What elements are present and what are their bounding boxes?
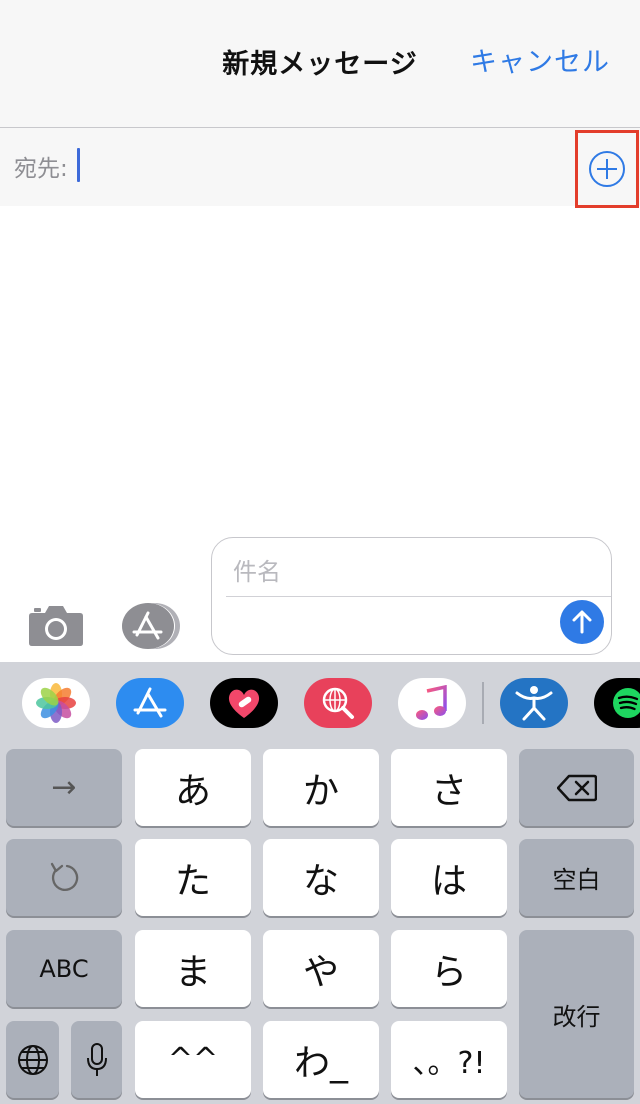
punctuation-key[interactable]: 、。?! [391,1021,507,1098]
plus-circle-icon [589,151,625,187]
imessage-app-strip [0,662,640,744]
app-store-icon [122,603,180,649]
music-note-icon [416,685,447,720]
key-wa[interactable]: わ_ [263,1021,379,1098]
subject-field[interactable]: 件名 [233,552,281,587]
camera-icon [29,606,83,646]
key-label: わ_ [293,1042,348,1084]
key-label: か [302,770,339,812]
abc-key-label: ABC [39,954,89,983]
emoticon-key[interactable]: ^^ [135,1021,251,1098]
dictation-key[interactable] [71,1021,122,1098]
app-store-button[interactable] [120,602,182,650]
key-label: は [430,860,467,902]
undo-icon [50,862,79,891]
key-label: な [302,860,339,902]
images-search-app-icon[interactable] [304,678,372,728]
digital-touch-app-icon[interactable] [210,678,278,728]
photos-icon [36,683,76,723]
key-a[interactable]: あ [135,749,251,826]
text-caret [77,148,80,182]
key-ra[interactable]: ら [391,930,507,1007]
key-na[interactable]: な [263,839,379,916]
key-ta[interactable]: た [135,839,251,916]
abc-key[interactable]: ABC [6,930,122,1007]
space-key-label: 空白 [552,866,601,894]
key-label: や [302,951,339,993]
recipient-row[interactable]: 宛先: [0,128,640,206]
cancel-button[interactable]: キャンセル [470,40,610,79]
camera-button[interactable] [28,603,84,647]
key-ma[interactable]: ま [135,930,251,1007]
return-key-label: 改行 [552,1002,601,1031]
key-ya[interactable]: や [263,930,379,1007]
recipient-label: 宛先: [14,156,68,182]
arrow-up-icon [572,610,592,634]
heart-icon [228,689,260,718]
globe-search-icon [322,687,354,719]
spotify-app-icon[interactable] [594,678,640,728]
compose-divider [226,596,611,597]
navigation-bar: 新規メッセージ キャンセル [0,0,640,128]
globe-key[interactable] [6,1021,59,1098]
arrow-right-key[interactable]: → [6,749,122,826]
key-label: さ [430,770,467,812]
return-key[interactable]: 改行 [519,930,634,1098]
microphone-icon [86,1042,107,1076]
message-area [0,207,640,532]
key-label: た [174,860,211,902]
backspace-key[interactable] [519,749,634,826]
keyboard: → あ か さ た な は 空白 ABC ま や ら 改行 ^^ わ_ 、。?! [0,662,640,1104]
key-label: ら [430,951,467,993]
key-label: 、。?! [412,1045,486,1081]
arrow-right-icon: → [51,770,77,805]
send-button[interactable] [560,600,604,644]
app-store-app-icon[interactable] [116,678,184,728]
message-compose-box[interactable]: 件名 [211,537,612,655]
key-label: ^^ [167,1042,219,1077]
strip-divider [482,682,484,724]
music-app-icon[interactable] [398,678,466,728]
key-sa[interactable]: さ [391,749,507,826]
undo-key[interactable] [6,839,122,916]
photos-app-icon[interactable] [22,678,90,728]
add-contact-button[interactable] [575,130,639,208]
globe-icon [17,1044,48,1075]
backspace-icon [556,774,597,801]
jumping-figure-icon [515,686,553,721]
fitness-app-icon[interactable] [500,678,568,728]
app-store-icon [133,687,167,718]
key-ka[interactable]: か [263,749,379,826]
spotify-icon [613,688,640,718]
key-ha[interactable]: は [391,839,507,916]
key-label: あ [174,770,211,812]
key-label: ま [174,951,211,993]
space-key[interactable]: 空白 [519,839,634,916]
